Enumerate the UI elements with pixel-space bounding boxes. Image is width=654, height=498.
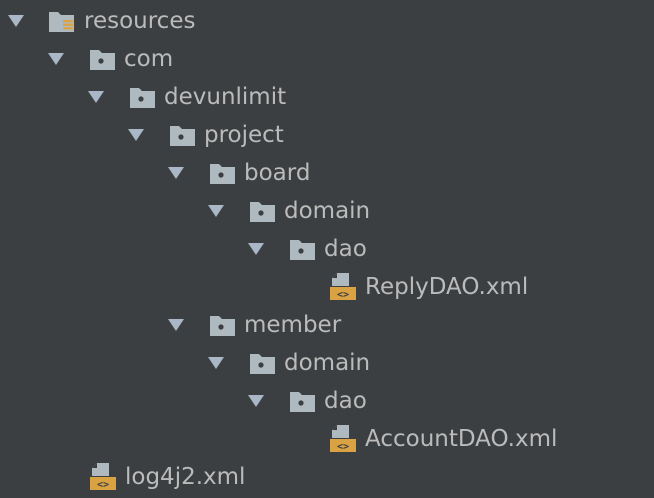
package-folder-icon [250, 202, 275, 222]
expand-arrow-icon[interactable] [48, 53, 64, 65]
tree-row-resources[interactable]: resources [0, 2, 654, 40]
tree-item-label: devunlimit [164, 84, 287, 110]
xml-file-icon: <> [330, 425, 356, 453]
project-tree: resources com devunlimit project board d… [0, 0, 654, 498]
tree-item-label: AccountDAO.xml [365, 426, 558, 452]
tree-item-label: resources [84, 8, 196, 34]
expand-arrow-icon[interactable] [248, 243, 264, 255]
tree-row-devunlimit[interactable]: devunlimit [0, 78, 654, 116]
package-folder-icon [170, 126, 195, 146]
tree-item-label: domain [284, 198, 371, 224]
tree-item-label: member [244, 312, 342, 338]
xml-file-icon: <> [90, 463, 116, 491]
expand-arrow-icon[interactable] [88, 91, 104, 103]
svg-text:<>: <> [97, 480, 109, 491]
package-folder-icon [210, 164, 235, 184]
tree-row-board-domain[interactable]: domain [0, 192, 654, 230]
resources-folder-icon [49, 12, 74, 32]
tree-item-label: com [124, 46, 174, 72]
svg-text:<>: <> [337, 442, 349, 453]
package-folder-icon [90, 50, 115, 70]
expand-arrow-icon[interactable] [168, 167, 184, 179]
tree-item-label: log4j2.xml [125, 464, 246, 490]
package-folder-icon [130, 88, 155, 108]
tree-item-label: dao [324, 236, 367, 262]
tree-row-board[interactable]: board [0, 154, 654, 192]
expand-arrow-icon[interactable] [128, 129, 144, 141]
package-folder-icon [290, 392, 315, 412]
tree-item-label: domain [284, 350, 371, 376]
tree-item-label: dao [324, 388, 367, 414]
tree-item-label: project [204, 122, 284, 148]
tree-row-member-domain[interactable]: domain [0, 344, 654, 382]
xml-file-icon: <> [330, 273, 356, 301]
tree-row-replydao-xml[interactable]: <> ReplyDAO.xml [0, 268, 654, 306]
package-folder-icon [290, 240, 315, 260]
tree-row-board-dao[interactable]: dao [0, 230, 654, 268]
svg-text:<>: <> [337, 290, 349, 301]
tree-row-log4j2-xml[interactable]: <> log4j2.xml [0, 458, 654, 496]
tree-row-project[interactable]: project [0, 116, 654, 154]
tree-item-label: ReplyDAO.xml [365, 274, 529, 300]
package-folder-icon [210, 316, 235, 336]
expand-arrow-icon[interactable] [248, 395, 264, 407]
expand-arrow-icon[interactable] [208, 357, 224, 369]
tree-row-accountdao-xml[interactable]: <> AccountDAO.xml [0, 420, 654, 458]
expand-arrow-icon[interactable] [208, 205, 224, 217]
expand-arrow-icon[interactable] [168, 319, 184, 331]
tree-row-member-dao[interactable]: dao [0, 382, 654, 420]
tree-row-com[interactable]: com [0, 40, 654, 78]
expand-arrow-icon[interactable] [8, 15, 24, 27]
tree-item-label: board [244, 160, 311, 186]
package-folder-icon [250, 354, 275, 374]
tree-row-member[interactable]: member [0, 306, 654, 344]
